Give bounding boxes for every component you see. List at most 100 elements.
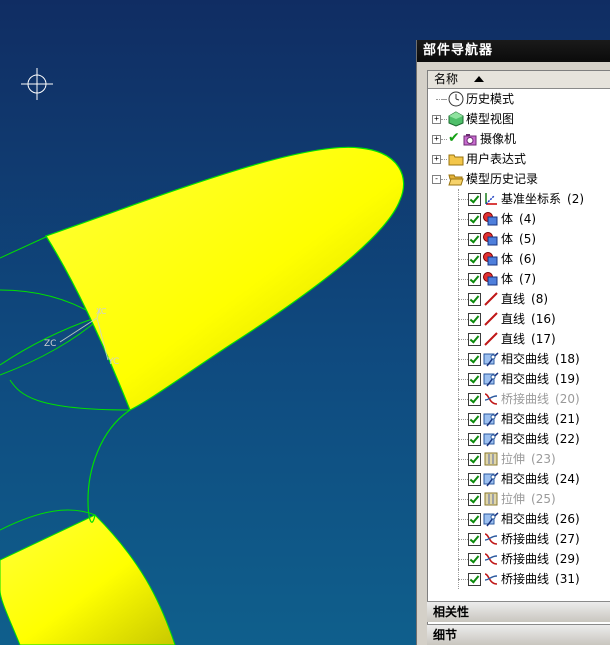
line-icon bbox=[483, 331, 499, 347]
model-canvas[interactable]: ZC YC XC bbox=[0, 0, 416, 645]
history-item[interactable]: 相交曲线 (26) bbox=[428, 509, 610, 529]
intersect-curve-icon bbox=[483, 511, 499, 527]
body-icon bbox=[483, 211, 499, 227]
history-item[interactable]: 桥接曲线 (31) bbox=[428, 569, 610, 589]
feature-name: 直线 bbox=[501, 292, 526, 306]
history-item-label: 桥接曲线 (29) bbox=[501, 551, 580, 567]
column-header-name[interactable]: 名称 bbox=[428, 71, 610, 89]
nose-body-surface bbox=[45, 146, 405, 411]
feature-number: (20) bbox=[555, 392, 580, 406]
feature-visibility-checkbox[interactable] bbox=[468, 433, 481, 446]
clock-icon bbox=[448, 91, 464, 107]
feature-visibility-checkbox[interactable] bbox=[468, 313, 481, 326]
feature-name: 体 bbox=[501, 212, 514, 226]
tree-node-folder[interactable]: + 用户表达式 bbox=[428, 149, 610, 169]
feature-visibility-checkbox[interactable] bbox=[468, 273, 481, 286]
feature-number: (8) bbox=[531, 292, 549, 306]
feature-name: 拉伸 bbox=[501, 452, 526, 466]
expand-toggle-icon[interactable]: + bbox=[432, 155, 441, 164]
history-item-label: 体 (4) bbox=[501, 211, 536, 227]
body-icon bbox=[483, 251, 499, 267]
history-item[interactable]: 桥接曲线 (27) bbox=[428, 529, 610, 549]
tree-node-clock[interactable]: 历史模式 bbox=[428, 89, 610, 109]
feature-name: 相交曲线 bbox=[501, 412, 550, 426]
history-item[interactable]: 直线 (16) bbox=[428, 309, 610, 329]
feature-visibility-checkbox[interactable] bbox=[468, 473, 481, 486]
model-view-icon bbox=[448, 111, 464, 127]
feature-number: (23) bbox=[531, 452, 556, 466]
tree-rows: 历史模式 + 模型视图 + ✔ 摄像机 + 用户表达式 - 模型历史记录 基准坐标系 (2) 体 (4) 体… bbox=[428, 89, 610, 589]
history-item-label: 直线 (8) bbox=[501, 291, 548, 307]
feature-visibility-checkbox[interactable] bbox=[468, 373, 481, 386]
history-item[interactable]: 桥接曲线 (20) bbox=[428, 389, 610, 409]
history-item[interactable]: 拉伸 (25) bbox=[428, 489, 610, 509]
body-icon bbox=[483, 231, 499, 247]
feature-visibility-checkbox[interactable] bbox=[468, 393, 481, 406]
line-icon bbox=[483, 311, 499, 327]
feature-number: (18) bbox=[555, 352, 580, 366]
feature-visibility-checkbox[interactable] bbox=[468, 453, 481, 466]
feature-number: (19) bbox=[555, 372, 580, 386]
history-item[interactable]: 体 (7) bbox=[428, 269, 610, 289]
feature-visibility-checkbox[interactable] bbox=[468, 553, 481, 566]
dependencies-panel-header[interactable]: 相关性 bbox=[427, 601, 610, 622]
active-checkmark-icon: ✔ bbox=[448, 130, 460, 146]
history-item[interactable]: 基准坐标系 (2) bbox=[428, 189, 610, 209]
feature-name: 相交曲线 bbox=[501, 352, 550, 366]
intersect-curve-icon bbox=[483, 411, 499, 427]
expand-toggle-icon[interactable]: + bbox=[432, 115, 441, 124]
expand-toggle-icon[interactable]: - bbox=[432, 175, 441, 184]
feature-visibility-checkbox[interactable] bbox=[468, 293, 481, 306]
details-panel-header[interactable]: 细节 bbox=[427, 624, 610, 645]
history-item[interactable]: 直线 (17) bbox=[428, 329, 610, 349]
construction-curve-6 bbox=[9, 379, 131, 411]
feature-number: (16) bbox=[531, 312, 556, 326]
feature-visibility-checkbox[interactable] bbox=[468, 533, 481, 546]
feature-number: (4) bbox=[519, 212, 537, 226]
history-item[interactable]: 相交曲线 (19) bbox=[428, 369, 610, 389]
feature-name: 相交曲线 bbox=[501, 432, 550, 446]
intersect-curve-icon bbox=[483, 351, 499, 367]
history-item[interactable]: 相交曲线 (22) bbox=[428, 429, 610, 449]
history-item-label: 直线 (17) bbox=[501, 331, 556, 347]
history-item-label: 桥接曲线 (31) bbox=[501, 571, 580, 587]
feature-visibility-checkbox[interactable] bbox=[468, 253, 481, 266]
navigator-tree[interactable]: 名称 历史模式 + 模型视图 + ✔ 摄像机 + 用户表达式 - 模型历史记录 基准坐标系 (2) 体 (… bbox=[427, 70, 610, 631]
feature-visibility-checkbox[interactable] bbox=[468, 353, 481, 366]
feature-name: 体 bbox=[501, 272, 514, 286]
folder-open-icon bbox=[448, 171, 464, 187]
extrude-icon bbox=[483, 491, 499, 507]
history-item[interactable]: 直线 (8) bbox=[428, 289, 610, 309]
feature-visibility-checkbox[interactable] bbox=[468, 213, 481, 226]
tree-node-folder-open[interactable]: - 模型历史记录 bbox=[428, 169, 610, 189]
history-item[interactable]: 相交曲线 (24) bbox=[428, 469, 610, 489]
history-item[interactable]: 相交曲线 (18) bbox=[428, 349, 610, 369]
datum-csys-icon bbox=[483, 191, 499, 207]
feature-name: 相交曲线 bbox=[501, 472, 550, 486]
history-item[interactable]: 体 (6) bbox=[428, 249, 610, 269]
feature-visibility-checkbox[interactable] bbox=[468, 413, 481, 426]
feature-visibility-checkbox[interactable] bbox=[468, 513, 481, 526]
history-item[interactable]: 桥接曲线 (29) bbox=[428, 549, 610, 569]
history-item[interactable]: 体 (4) bbox=[428, 209, 610, 229]
feature-visibility-checkbox[interactable] bbox=[468, 333, 481, 346]
axis-label-yc: YC bbox=[107, 357, 119, 367]
history-item[interactable]: 相交曲线 (21) bbox=[428, 409, 610, 429]
column-header-label: 名称 bbox=[434, 72, 459, 86]
feature-visibility-checkbox[interactable] bbox=[468, 493, 481, 506]
history-item-label: 相交曲线 (22) bbox=[501, 431, 580, 447]
bridge-curve-1 bbox=[87, 409, 131, 523]
history-item-label: 相交曲线 (19) bbox=[501, 371, 580, 387]
feature-name: 相交曲线 bbox=[501, 512, 550, 526]
tree-node-model-view[interactable]: + 模型视图 bbox=[428, 109, 610, 129]
feature-visibility-checkbox[interactable] bbox=[468, 193, 481, 206]
feature-name: 基准坐标系 bbox=[501, 192, 562, 206]
feature-visibility-checkbox[interactable] bbox=[468, 573, 481, 586]
history-item[interactable]: 拉伸 (23) bbox=[428, 449, 610, 469]
sort-ascending-icon bbox=[474, 76, 484, 82]
expand-toggle-icon[interactable]: + bbox=[432, 135, 441, 144]
tree-node-camera[interactable]: + ✔ 摄像机 bbox=[428, 129, 610, 149]
feature-visibility-checkbox[interactable] bbox=[468, 233, 481, 246]
history-item[interactable]: 体 (5) bbox=[428, 229, 610, 249]
tree-node-label: 摄像机 bbox=[480, 132, 517, 146]
